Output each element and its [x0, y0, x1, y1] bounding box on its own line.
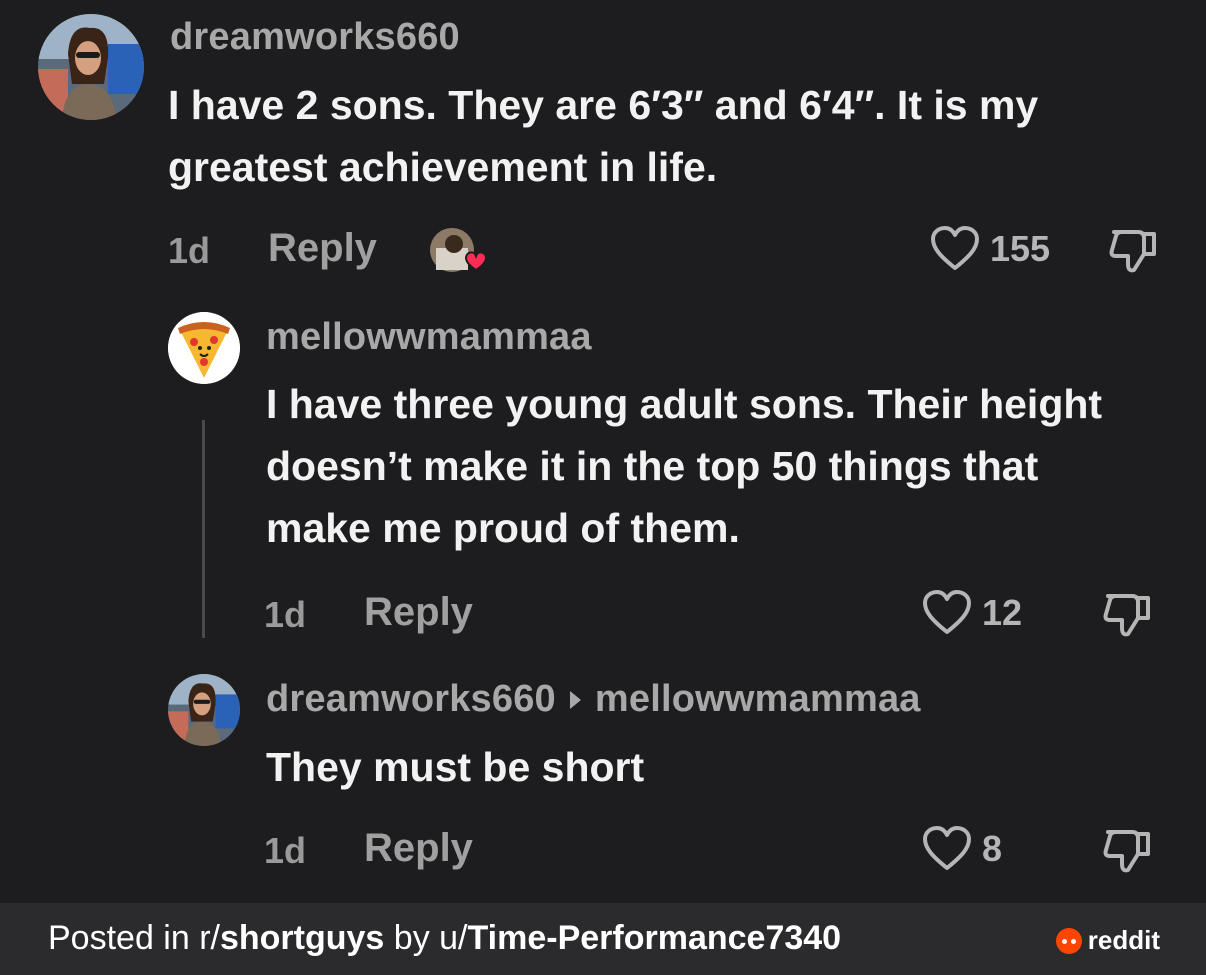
- creator-liked-icon: [430, 226, 488, 274]
- like-button[interactable]: 8: [922, 826, 1002, 872]
- dislike-icon: [1109, 230, 1156, 273]
- comment-time: 1d: [264, 594, 307, 635]
- reddit-logo-icon: [1055, 927, 1082, 954]
- reply-button[interactable]: Reply: [364, 590, 473, 635]
- attribution-text: Posted in r/shortguys by u/Time-Performa…: [48, 919, 841, 958]
- reddit-logo: reddit: [1055, 925, 1160, 956]
- avatar-mellowwmammaa[interactable]: [168, 312, 240, 384]
- comment-text: They must be short: [266, 744, 645, 790]
- like-button[interactable]: 12: [922, 590, 1022, 636]
- comment-time: 1d: [168, 230, 211, 271]
- reply-button[interactable]: Reply: [268, 226, 377, 271]
- avatar-dreamworks660[interactable]: [168, 674, 240, 746]
- comment-username[interactable]: mellowwmammaa: [266, 316, 592, 359]
- dislike-button[interactable]: [1102, 826, 1154, 879]
- subreddit-link[interactable]: shortguys: [220, 919, 384, 957]
- dislike-icon: [1103, 830, 1150, 873]
- dislike-button[interactable]: [1102, 590, 1154, 643]
- author-link[interactable]: Time-Performance7340: [468, 919, 842, 957]
- reply-arrow-icon: [569, 690, 581, 709]
- thread-line: [202, 420, 205, 638]
- reply-button[interactable]: Reply: [364, 826, 473, 871]
- comment-time: 1d: [264, 830, 307, 871]
- like-button[interactable]: 155: [930, 226, 1050, 272]
- like-count: 155: [990, 228, 1051, 269]
- reddit-wordmark: reddit: [1087, 925, 1160, 955]
- like-count: 8: [982, 828, 1003, 869]
- pizza-avatar-icon: [168, 312, 240, 384]
- heart-outline-icon: [923, 590, 971, 634]
- comment-username[interactable]: dreamworks660: [170, 16, 460, 59]
- comment-username[interactable]: dreamworks660: [266, 678, 556, 721]
- attribution-footer: Posted in r/shortguys by u/Time-Performa…: [0, 903, 1206, 975]
- dislike-button[interactable]: [1108, 226, 1160, 279]
- heart-outline-icon: [931, 226, 979, 270]
- comment-text: I have three young adult sons. Their hei…: [266, 381, 1103, 551]
- heart-outline-icon: [923, 826, 971, 870]
- posted-in-label: Posted in r/: [48, 919, 220, 957]
- by-label: by u/: [384, 919, 468, 957]
- comment-text: I have 2 sons. They are 6′3″ and 6′4″. I…: [168, 82, 1039, 190]
- reply-to-username[interactable]: mellowwmammaa: [595, 678, 921, 721]
- comment-username-row: dreamworks660 mellowwmammaa: [266, 678, 921, 721]
- dislike-icon: [1103, 594, 1150, 637]
- avatar-dreamworks660[interactable]: [38, 14, 144, 120]
- like-count: 12: [982, 592, 1023, 633]
